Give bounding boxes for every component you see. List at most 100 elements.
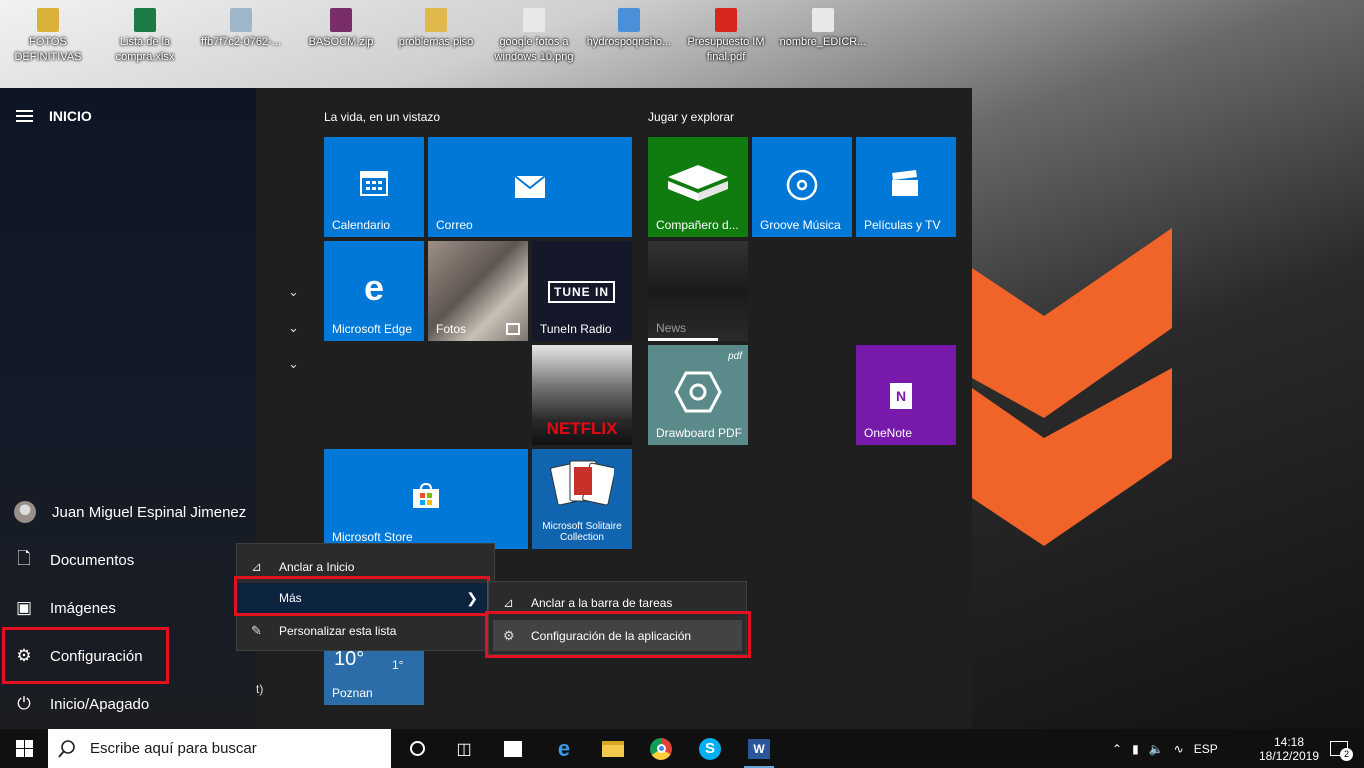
taskbar-store[interactable] [489,729,537,768]
excel-file-icon [134,8,156,32]
pin-icon: ⊿ [251,559,262,574]
search-icon [58,739,75,758]
tile-news[interactable]: News [648,241,748,341]
desktop-icon[interactable]: problemas piso [391,4,481,50]
tile-onenote[interactable]: N OneNote [856,345,956,445]
user-avatar [14,501,36,523]
desktop-icon-label: ffb7f7c2-0762-... [201,36,281,48]
tile-edge[interactable]: e Microsoft Edge [324,241,424,341]
rail-power-label: Inicio/Apagado [50,695,150,713]
chrome-icon [650,737,672,760]
tile-calendar[interactable]: Calendario [324,137,424,237]
tile-label: Fotos [436,322,467,336]
clock-time: 14:18 [1273,734,1305,749]
pictures-icon: ▣ [15,598,33,617]
tile-label: Correo [436,218,473,232]
app-list-fragment: t) [256,682,264,696]
tile-label: Microsoft Edge [332,322,413,336]
tile-movies[interactable]: Películas y TV [856,137,956,237]
rail-documents[interactable]: 🗋 Documentos [0,536,256,584]
folder-icon [602,740,624,757]
tile-netflix[interactable]: NETFLIX [532,345,632,445]
menu-pin-start-label: Anclar a Inicio [279,560,355,574]
taskbar-word[interactable]: W [735,729,783,768]
group-title-play[interactable]: Jugar y explorar [648,110,734,124]
store-icon [504,740,522,757]
tile-label: Microsoft Solitaire Collection [542,521,622,543]
tile-groove[interactable]: Groove Música [752,137,852,237]
chevron-down-icon[interactable]: ⌄ [288,284,299,300]
desktop-icon-label: FOTOS DEFINITIVAS [14,36,82,63]
taskbar-edge[interactable]: e [540,729,588,768]
news-progress [648,338,718,341]
desktop-icons: FOTOS DEFINITIVAS Lista de la compra.xlsx… [0,4,900,84]
taskbar-chrome[interactable] [637,729,685,768]
desktop-icon-label: BASOCM.zip [308,36,374,48]
clock[interactable]: 14:18 18/12/2019 [1254,729,1324,768]
taskbar-explorer[interactable] [589,729,637,768]
rail-pictures-label: Imágenes [50,599,116,617]
tile-label: Microsoft Store [332,530,413,544]
group-title-life[interactable]: La vida, en un vistazo [324,110,440,124]
menu-customize[interactable]: ✎ Personalizar esta lista [237,616,494,646]
notification-icon: 2 [1330,741,1353,761]
chevron-down-icon[interactable]: ⌄ [288,320,299,336]
rail-pictures[interactable]: ▣ Imágenes [0,584,256,632]
cortana-icon [409,741,425,756]
winrar-archive-icon [330,8,352,32]
wifi-icon[interactable]: ∿ [1174,742,1184,756]
volume-icon[interactable]: 🔈 [1149,742,1164,756]
console-icon [668,165,728,201]
rail-power[interactable]: ⏻ Inicio/Apagado [0,680,256,728]
tile-store[interactable]: Microsoft Store [324,449,528,549]
desktop-icon-label: Presupuesto IM final.pdf [687,36,765,63]
desktop-icon[interactable]: Lista de la compra.xlsx [100,4,190,65]
groove-icon [786,169,818,201]
clock-date: 18/12/2019 [1258,748,1320,763]
tile-solitaire[interactable]: Microsoft Solitaire Collection [532,449,632,549]
tile-xbox-companion[interactable]: Compañero d... [648,137,748,237]
tile-label: News [656,321,687,335]
weather-low: 1° [392,658,404,672]
tile-drawboard[interactable]: pdf Drawboard PDF [648,345,748,445]
desktop-icon[interactable]: Presupuesto IM final.pdf [681,4,771,65]
search-placeholder: Escribe aquí para buscar [90,740,257,757]
wallpaper-logo [972,228,1172,546]
desktop-icon[interactable]: nombre_EDICR... [778,4,868,50]
tunein-logo: TUNE IN [548,281,615,303]
desktop-icon[interactable]: google fotos a windows 10.png [489,4,579,65]
power-icon: ⏻ [17,694,31,713]
taskbar-skype[interactable]: S [686,729,734,768]
edge-icon: e [363,267,385,308]
mail-icon [514,175,546,198]
skype-icon: S [699,737,721,760]
store-icon [413,483,439,508]
tile-mail[interactable]: Correo [428,137,632,237]
menu-pin-taskbar-label: Anclar a la barra de tareas [531,596,673,610]
tile-photos[interactable]: Fotos [428,241,528,341]
user-account[interactable]: Juan Miguel Espinal Jimenez [0,488,256,536]
start-header[interactable]: INICIO [16,108,92,124]
chevron-down-icon[interactable]: ⌄ [288,356,299,372]
start-button[interactable] [0,729,48,768]
battery-icon[interactable]: ▮ [1132,742,1139,756]
calendar-icon [360,171,388,196]
chevron-up-icon[interactable]: ⌃ [1112,742,1122,756]
task-view-button[interactable]: ◫ [440,729,488,768]
desktop-icon[interactable]: FOTOS DEFINITIVAS [3,4,93,65]
hamburger-icon[interactable] [16,110,33,122]
tile-label: OneNote [864,426,913,440]
cortana-button[interactable] [393,729,441,768]
action-center[interactable]: 2 [1322,729,1356,768]
tile-tunein[interactable]: TUNE IN TuneIn Radio [532,241,632,341]
user-name: Juan Miguel Espinal Jimenez [52,503,247,521]
desktop-icon[interactable]: hydrospoqnsho... [584,4,674,50]
pin-icon: ⊿ [503,595,514,610]
desktop-icon[interactable]: BASOCM.zip [296,4,386,50]
desktop-icon-label: Lista de la compra.xlsx [115,36,175,63]
search-box[interactable]: Escribe aquí para buscar [48,729,391,768]
desktop-icon[interactable]: ffb7f7c2-0762-... [196,4,286,50]
language-indicator[interactable]: ESP [1194,742,1218,756]
cards-icon [550,460,614,506]
highlight-more [234,576,490,616]
